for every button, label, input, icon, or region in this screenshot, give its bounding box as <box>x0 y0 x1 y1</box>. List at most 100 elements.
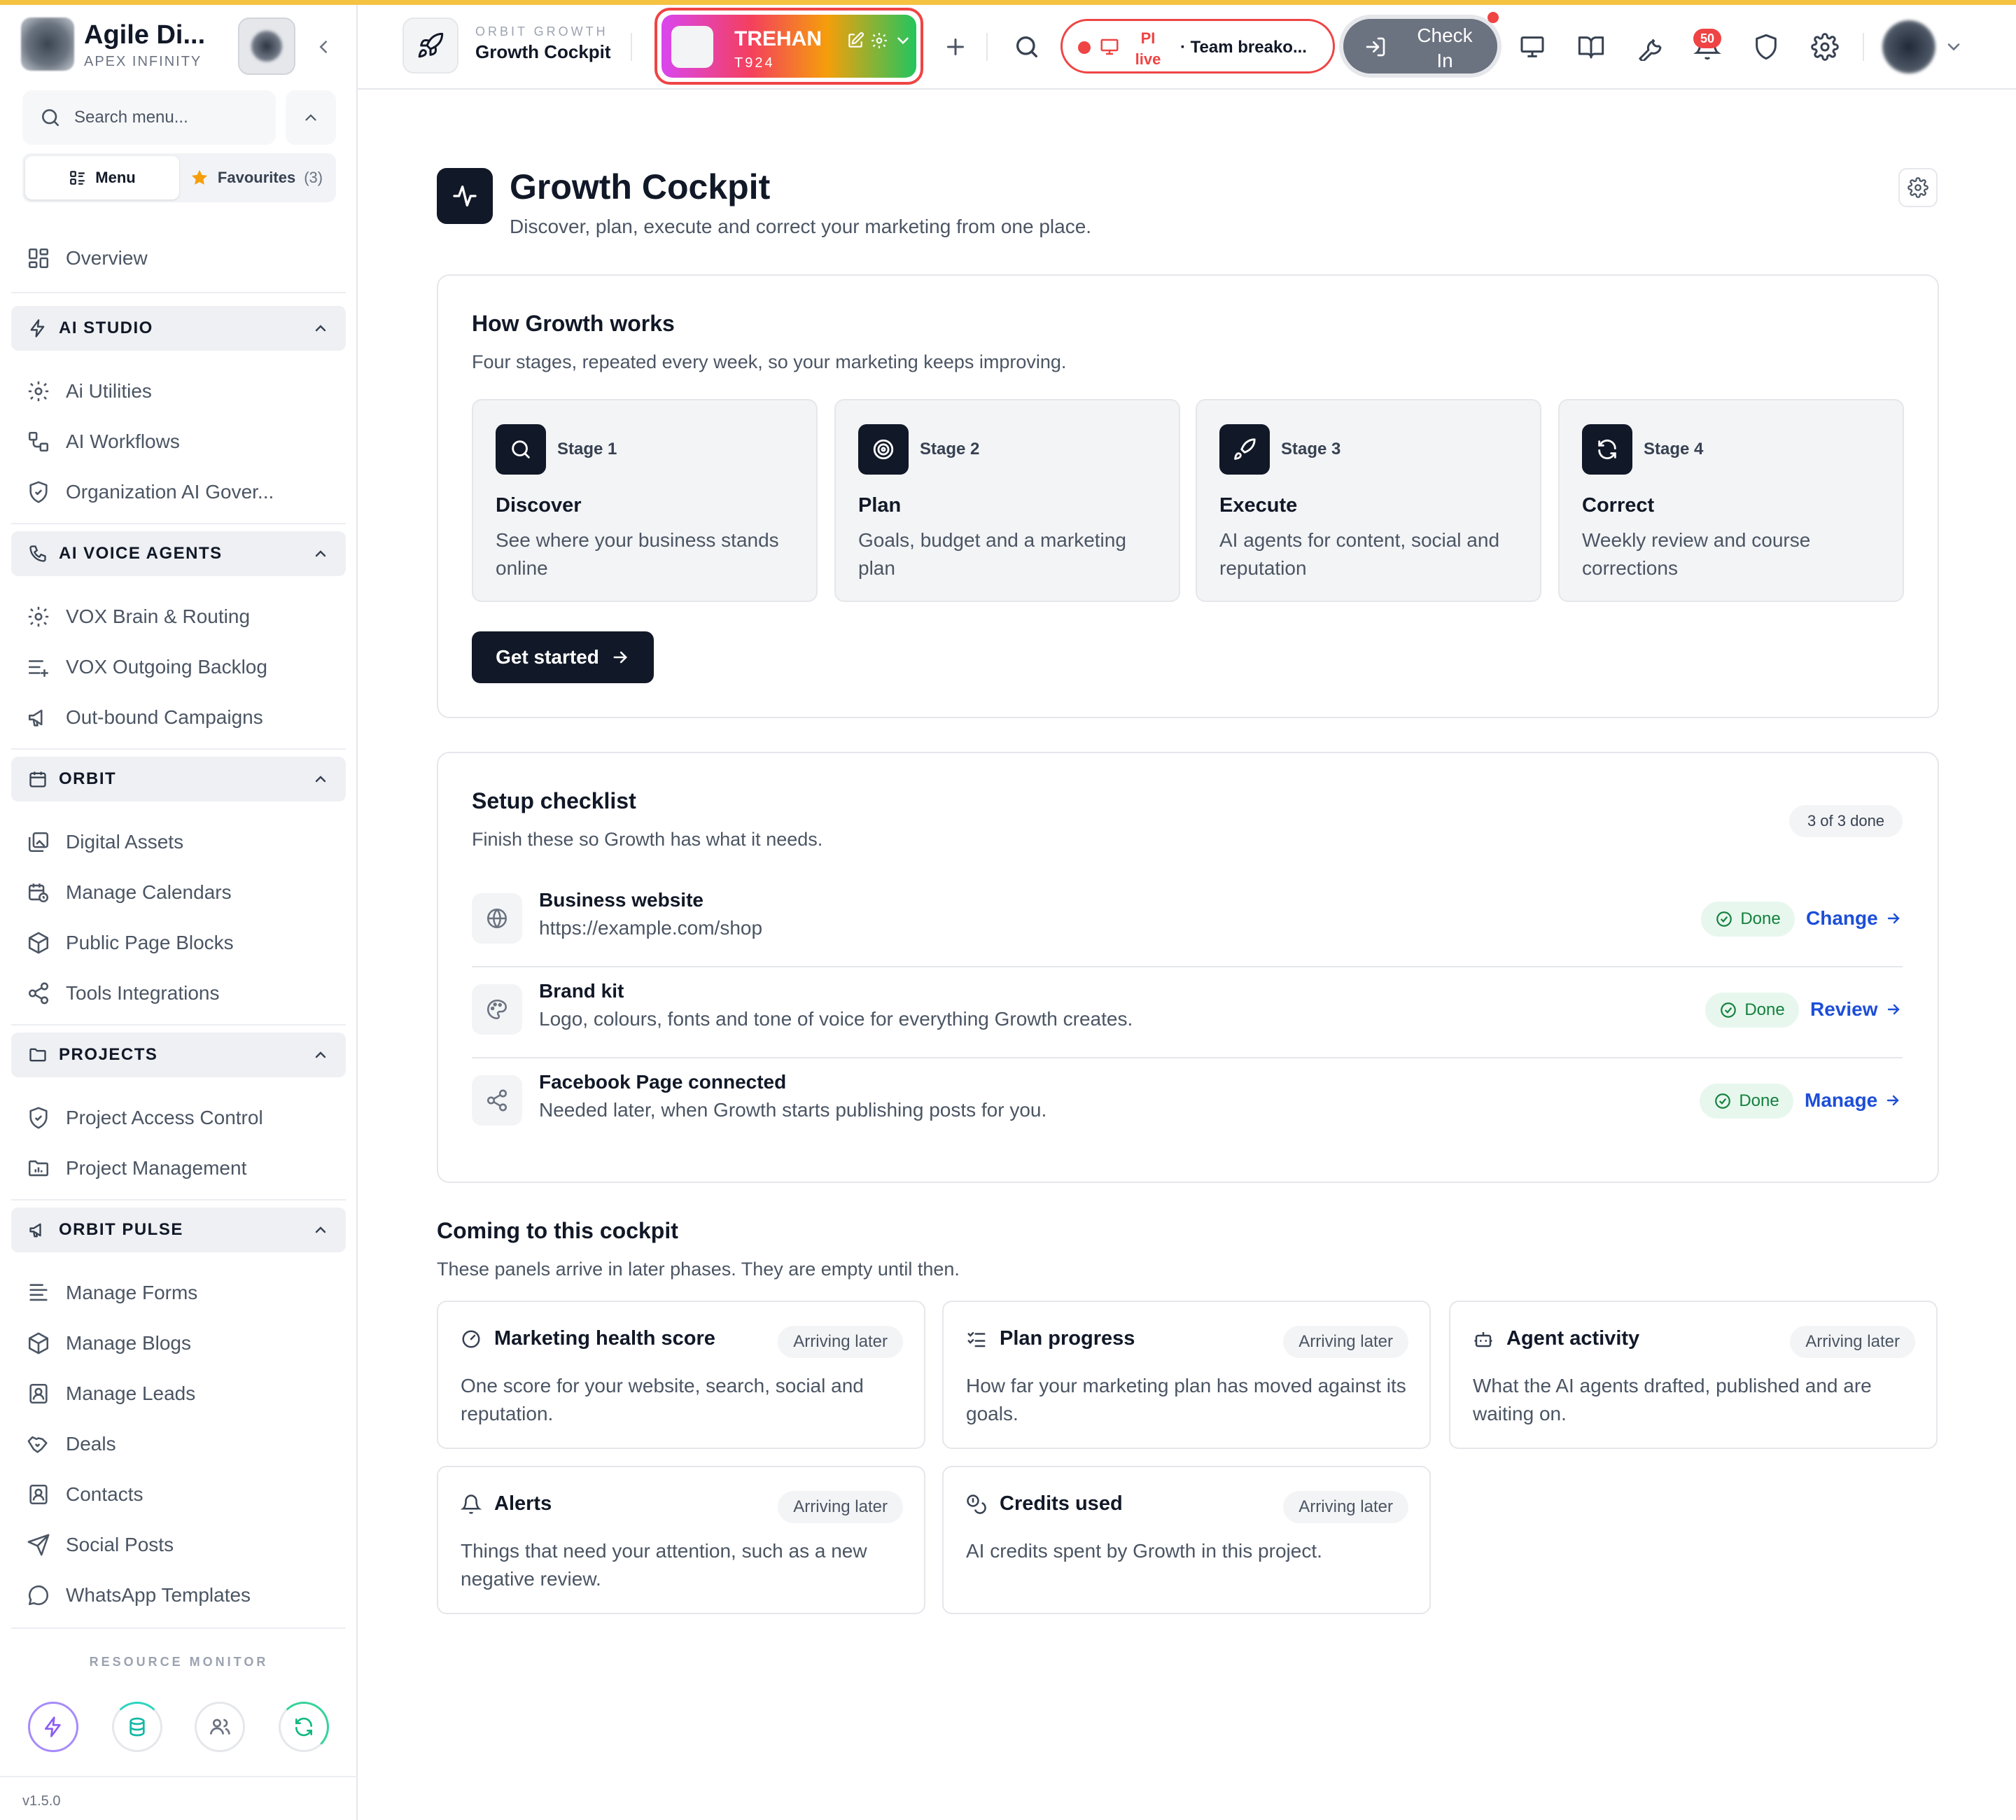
project-actions <box>846 31 912 50</box>
docs-button[interactable] <box>1566 20 1616 74</box>
stage-description: Goals, budget and a marketing plan <box>858 529 1126 579</box>
sidebar-item-organization-ai-governance[interactable]: Organization AI Gover... <box>27 474 274 510</box>
form-icon <box>29 1284 48 1301</box>
tools-button[interactable] <box>1625 20 1675 74</box>
sidebar-item-whatsapp-templates[interactable]: WhatsApp Templates <box>27 1577 251 1614</box>
stage-card-execute: Stage 3 Execute AI agents for content, s… <box>1196 399 1541 602</box>
sidebar-item-manage-blogs[interactable]: Manage Blogs <box>27 1325 191 1362</box>
stage-number: Stage 4 <box>1644 440 1704 458</box>
sidebar-item-digital-assets[interactable]: Digital Assets <box>27 824 183 860</box>
sidebar-item-outbound-campaigns[interactable]: Out-bound Campaigns <box>27 699 263 736</box>
panel-description: AI credits spent by Growth in this proje… <box>966 1540 1322 1562</box>
sidebar-item-manage-calendars[interactable]: Manage Calendars <box>27 874 232 911</box>
sidebar-item-public-page-blocks[interactable]: Public Page Blocks <box>27 925 234 961</box>
section-projects[interactable]: PROJECTS <box>11 1032 346 1077</box>
collapse-sidebar-button[interactable] <box>308 31 339 62</box>
panel-title: Marketing health score <box>494 1327 715 1350</box>
tab-menu[interactable]: Menu <box>25 156 179 200</box>
chevron-down-icon[interactable] <box>1944 37 1963 57</box>
edit-icon[interactable] <box>846 31 864 50</box>
divider <box>11 1199 346 1200</box>
page-settings-button[interactable] <box>1898 168 1938 207</box>
settings-button[interactable] <box>1800 20 1850 74</box>
sidebar-item-vox-outgoing-backlog[interactable]: VOX Outgoing Backlog <box>27 649 267 685</box>
sidebar-item-label: Ai Utilities <box>66 380 152 402</box>
menu-search-input[interactable] <box>74 108 256 127</box>
checklist-item-title: Facebook Page connected <box>539 1071 787 1093</box>
live-meeting-name: · Team breako... <box>1180 38 1307 57</box>
settings-icon[interactable] <box>870 31 888 50</box>
review-brand-kit-link[interactable]: Review <box>1810 998 1902 1021</box>
change-website-link[interactable]: Change <box>1806 907 1902 930</box>
sidebar-item-ai-utilities[interactable]: Ai Utilities <box>27 373 152 410</box>
section-ai-studio[interactable]: AI STUDIO <box>11 306 346 351</box>
sidebar-item-overview[interactable]: Overview <box>27 240 148 276</box>
get-started-button[interactable]: Get started <box>472 631 654 683</box>
tab-favourites[interactable]: Favourites (3) <box>179 156 333 200</box>
images-icon <box>28 832 49 853</box>
section-ai-voice-agents[interactable]: AI VOICE AGENTS <box>11 531 346 576</box>
user-avatar[interactable] <box>1882 20 1935 74</box>
collapse-all-button[interactable] <box>286 90 336 145</box>
manage-facebook-link[interactable]: Manage <box>1805 1089 1901 1112</box>
checklist-item-icon <box>472 893 522 944</box>
section-orbit-pulse[interactable]: ORBIT PULSE <box>11 1208 346 1252</box>
sidebar-item-contacts[interactable]: Contacts <box>27 1476 144 1513</box>
ai-utilities-icon <box>28 381 49 402</box>
sidebar-item-ai-workflows[interactable]: AI Workflows <box>27 424 180 460</box>
sidebar-item-label: Social Posts <box>66 1534 174 1555</box>
panel-description: How far your marketing plan has moved ag… <box>966 1375 1406 1424</box>
panel-plan-progress: Plan progress Arriving later How far you… <box>942 1301 1431 1449</box>
message-circle-icon <box>28 1586 49 1606</box>
check-circle-icon <box>1716 911 1732 927</box>
target-icon <box>873 439 894 460</box>
module-kicker: ORBIT GROWTH <box>475 24 608 38</box>
tab-favourites-label: Favourites <box>217 169 296 186</box>
sidebar-item-deals[interactable]: Deals <box>27 1426 116 1462</box>
app-version: v1.5.0 <box>22 1793 61 1809</box>
resource-monitor-power[interactable] <box>28 1702 78 1752</box>
chevron-up-icon <box>315 325 326 332</box>
global-search-button[interactable] <box>1002 20 1052 74</box>
panel-title: Agent activity <box>1506 1327 1640 1350</box>
stage-number: Stage 3 <box>1281 440 1341 458</box>
stage-number: Stage 1 <box>557 440 617 458</box>
palette-icon <box>486 999 507 1020</box>
section-title: PROJECTS <box>59 1045 158 1064</box>
module-icon <box>402 18 458 74</box>
sidebar-item-label: Tools Integrations <box>66 982 220 1004</box>
sidebar-item-manage-forms[interactable]: Manage Forms <box>27 1275 197 1311</box>
sidebar-item-manage-leads[interactable]: Manage Leads <box>27 1376 195 1412</box>
add-project-button[interactable] <box>930 20 981 74</box>
brand-logo[interactable] <box>21 18 74 71</box>
resource-monitor-sync[interactable] <box>279 1702 329 1752</box>
checklist-item-desc: https://example.com/shop <box>539 917 763 939</box>
coming-subtitle: These panels arrive in later phases. The… <box>437 1259 960 1280</box>
favourites-count: (3) <box>304 169 323 186</box>
top-bar: ORBIT GROWTH Growth Cockpit TREHAN T924 … <box>358 5 2016 90</box>
sidebar-item-tools-integrations[interactable]: Tools Integrations <box>27 975 219 1011</box>
live-meeting-pill[interactable]: PI live · Team breako... <box>1060 19 1335 74</box>
sidebar-item-project-access-control[interactable]: Project Access Control <box>27 1100 263 1136</box>
status-label: Done <box>1744 1000 1785 1019</box>
security-button[interactable] <box>1741 20 1791 74</box>
resource-monitor-users[interactable] <box>195 1702 245 1752</box>
chevron-down-icon[interactable] <box>894 31 912 50</box>
tab-menu-label: Menu <box>95 169 136 186</box>
sidebar-item-project-management[interactable]: Project Management <box>27 1150 246 1186</box>
bot-icon <box>1474 1332 1492 1348</box>
checklist-item-desc: Needed later, when Growth starts publish… <box>539 1099 1047 1121</box>
bell-icon <box>461 1494 482 1514</box>
check-in-button[interactable]: Check In <box>1339 15 1502 78</box>
resource-monitor-database[interactable] <box>112 1702 162 1752</box>
brand-name: Agile Di... <box>84 20 206 50</box>
sidebar-item-vox-brain-routing[interactable]: VOX Brain & Routing <box>27 598 250 635</box>
notifications-count-badge: 50 <box>1693 29 1721 48</box>
resource-monitor-label: RESOURCE MONITOR <box>89 1655 269 1669</box>
menu-search[interactable] <box>22 90 276 145</box>
sidebar-item-social-posts[interactable]: Social Posts <box>27 1527 174 1563</box>
project-switcher[interactable]: TREHAN T924 <box>654 8 923 85</box>
section-orbit[interactable]: ORBIT <box>11 757 346 802</box>
screen-share-button[interactable] <box>1507 20 1558 74</box>
workspace-avatar[interactable] <box>238 18 295 75</box>
